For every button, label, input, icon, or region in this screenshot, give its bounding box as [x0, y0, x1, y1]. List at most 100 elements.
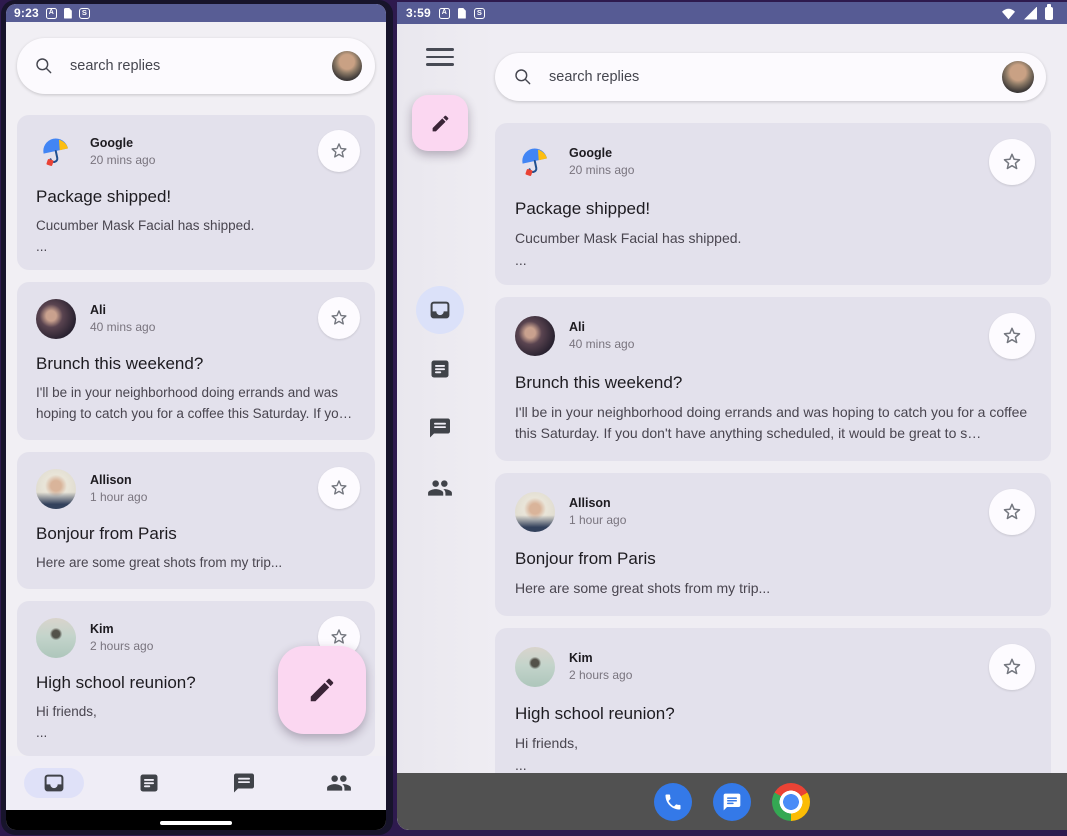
gesture-bar — [6, 810, 386, 830]
nav-item-articles[interactable] — [101, 756, 196, 810]
battery-icon — [1045, 7, 1053, 20]
allison-avatar — [515, 492, 555, 532]
email-card[interactable]: Kim 2 hours ago High school reunion? Hi … — [495, 628, 1051, 790]
a-badge-icon: A — [46, 8, 57, 19]
nav-item-people[interactable] — [291, 756, 386, 810]
allison-avatar — [36, 469, 76, 509]
sender-name: Google — [90, 136, 155, 150]
phone-emulator-window: 9:23 A S search replies — [1, 0, 393, 835]
email-card[interactable]: Ali 40 mins ago Brunch this weekend? I'l… — [17, 282, 375, 440]
timestamp: 2 hours ago — [569, 668, 632, 682]
edit-pencil-icon — [430, 113, 451, 134]
timestamp: 20 mins ago — [569, 163, 634, 177]
a-badge-icon: A — [439, 8, 450, 19]
rail-item-people[interactable] — [416, 464, 464, 512]
star-icon — [1000, 324, 1024, 348]
email-subject: Brunch this weekend? — [515, 373, 1031, 393]
signal-icon — [1024, 7, 1037, 20]
star-icon — [328, 477, 350, 499]
rail-item-inbox[interactable] — [416, 286, 464, 334]
profile-avatar[interactable] — [332, 51, 362, 81]
email-body: Here are some great shots from my trip..… — [515, 578, 1031, 599]
chat-icon — [428, 416, 452, 440]
rail-item-chat[interactable] — [416, 404, 464, 452]
timestamp: 40 mins ago — [569, 337, 634, 351]
email-subject: Bonjour from Paris — [36, 524, 356, 544]
favorite-star-button[interactable] — [989, 139, 1035, 185]
compose-fab[interactable] — [412, 95, 468, 151]
sender-name: Ali — [90, 303, 155, 317]
email-body: I'll be in your neighborhood doing erran… — [36, 383, 356, 424]
taskbar — [397, 773, 1067, 830]
profile-avatar[interactable] — [1002, 61, 1034, 93]
nav-item-inbox[interactable] — [6, 756, 101, 810]
star-icon — [328, 626, 350, 648]
email-body: Here are some great shots from my trip..… — [36, 553, 356, 573]
email-ellipsis: ... — [36, 239, 356, 254]
search-icon — [34, 56, 54, 76]
sender-name: Ali — [569, 320, 634, 334]
email-body: Cucumber Mask Facial has shipped. — [36, 216, 356, 236]
compose-fab[interactable] — [278, 646, 366, 734]
tablet-status-bar: 3:59 A S — [397, 2, 1067, 24]
star-icon — [328, 140, 350, 162]
phone-app-icon[interactable] — [654, 783, 692, 821]
sender-name: Kim — [569, 651, 632, 665]
timestamp: 1 hour ago — [569, 513, 626, 527]
bottom-navigation — [6, 756, 386, 810]
email-card[interactable]: Allison 1 hour ago Bonjour from Paris He… — [495, 473, 1051, 616]
ali-avatar — [515, 316, 555, 356]
timestamp: 1 hour ago — [90, 490, 147, 504]
email-card[interactable]: Google 20 mins ago Package shipped! Cucu… — [17, 115, 375, 270]
search-bar[interactable]: search replies — [17, 38, 375, 94]
star-icon — [1000, 500, 1024, 524]
gesture-handle[interactable] — [160, 821, 232, 825]
email-ellipsis: ... — [515, 252, 1031, 268]
menu-button[interactable] — [426, 46, 454, 68]
email-ellipsis: ... — [515, 757, 1031, 773]
kim-avatar — [36, 618, 76, 658]
email-card[interactable]: Ali 40 mins ago Brunch this weekend? I'l… — [495, 297, 1051, 461]
star-icon — [1000, 655, 1024, 679]
nav-item-chat[interactable] — [196, 756, 291, 810]
email-card[interactable]: Google 20 mins ago Package shipped! Cucu… — [495, 123, 1051, 285]
phone-screen: 9:23 A S search replies — [6, 4, 386, 830]
rail-item-articles[interactable] — [416, 345, 464, 393]
email-subject: High school reunion? — [515, 704, 1031, 724]
sender-name: Google — [569, 146, 634, 160]
email-body: I'll be in your neighborhood doing erran… — [515, 402, 1031, 444]
sender-name: Allison — [90, 473, 147, 487]
navigation-rail — [397, 24, 495, 773]
tablet-inbox-list: Google 20 mins ago Package shipped! Cucu… — [495, 123, 1051, 802]
timestamp: 20 mins ago — [90, 153, 155, 167]
favorite-star-button[interactable] — [318, 467, 360, 509]
phone-status-bar: 9:23 A S — [6, 4, 386, 22]
people-icon — [326, 770, 352, 796]
google-umbrella-avatar — [36, 132, 76, 172]
favorite-star-button[interactable] — [989, 644, 1035, 690]
chrome-app-icon[interactable] — [772, 783, 810, 821]
sender-name: Allison — [569, 496, 626, 510]
favorite-star-button[interactable] — [318, 130, 360, 172]
email-card[interactable]: Allison 1 hour ago Bonjour from Paris He… — [17, 452, 375, 589]
email-body: Cucumber Mask Facial has shipped. — [515, 228, 1031, 249]
favorite-star-button[interactable] — [989, 313, 1035, 359]
messages-app-icon[interactable] — [713, 783, 751, 821]
email-subject: Package shipped! — [515, 199, 1031, 219]
email-subject: Brunch this weekend? — [36, 354, 356, 374]
edit-pencil-icon — [307, 675, 337, 705]
search-bar[interactable]: search replies — [495, 53, 1046, 101]
data-saver-icon: S — [474, 8, 485, 19]
email-subject: Bonjour from Paris — [515, 549, 1031, 569]
inbox-icon — [42, 771, 66, 795]
message-bubble-icon — [722, 792, 742, 812]
google-umbrella-avatar — [515, 142, 555, 182]
star-icon — [1000, 150, 1024, 174]
favorite-star-button[interactable] — [989, 489, 1035, 535]
data-saver-icon: S — [79, 8, 90, 19]
inbox-icon — [428, 298, 452, 322]
timestamp: 40 mins ago — [90, 320, 155, 334]
favorite-star-button[interactable] — [318, 297, 360, 339]
article-icon — [137, 771, 161, 795]
star-icon — [328, 307, 350, 329]
